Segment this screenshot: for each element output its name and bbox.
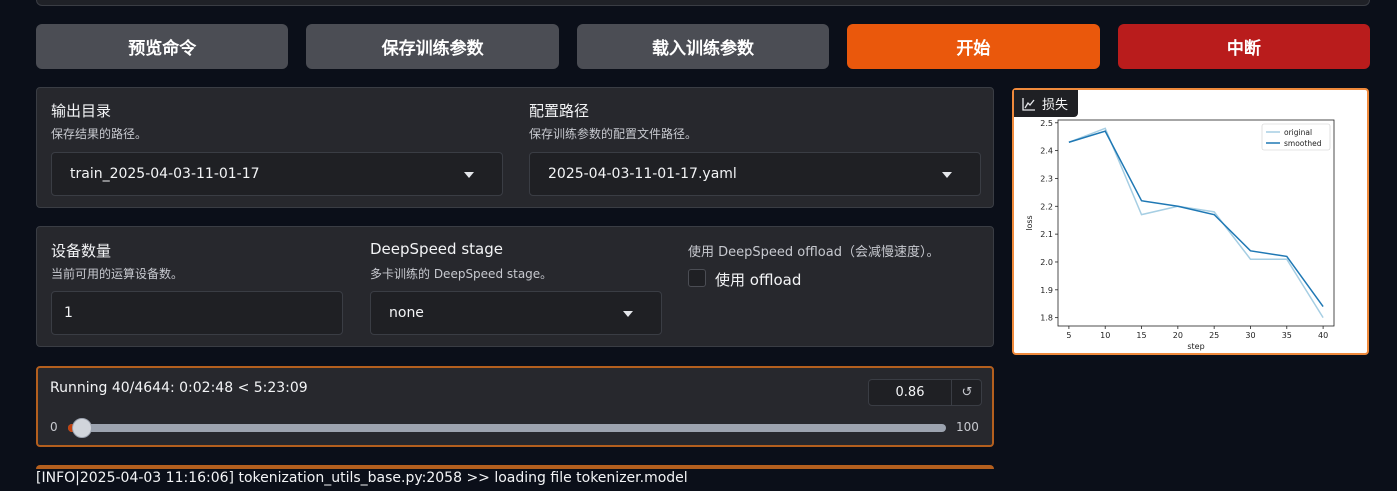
log-line: [INFO|2025-04-03 11:16:06] tokenization_… <box>36 470 688 486</box>
save-args-button[interactable]: 保存训练参数 <box>306 24 559 69</box>
loss-plot-title: 损失 <box>1042 98 1069 113</box>
y-tick-label: 2.5 <box>1040 119 1053 128</box>
ds-stage-label: DeepSpeed stage <box>370 240 503 258</box>
action-buttons: 预览命令 保存训练参数 载入训练参数 开始 中断 <box>36 24 1371 69</box>
y-tick-label: 2.0 <box>1040 258 1053 267</box>
preview-command-button[interactable]: 预览命令 <box>36 24 289 69</box>
y-tick-label: 2.2 <box>1040 202 1053 211</box>
x-tick-label: 30 <box>1245 331 1255 340</box>
x-tick-label: 40 <box>1318 331 1328 340</box>
x-tick-label: 10 <box>1100 331 1110 340</box>
slider-handle[interactable] <box>72 418 92 438</box>
progress-panel: Running 40/4644: 0:02:48 < 5:23:09 0.86 … <box>36 366 994 447</box>
config-path-value: 2025-04-03-11-01-17.yaml <box>548 166 737 182</box>
y-tick-label: 1.9 <box>1040 286 1053 295</box>
progress-value[interactable]: 0.86 <box>869 380 951 405</box>
config-path-label: 配置路径 <box>529 102 590 120</box>
y-tick-label: 1.8 <box>1040 314 1053 323</box>
device-count-info: 当前可用的运算设备数。 <box>51 267 184 281</box>
y-tick-label: 2.3 <box>1040 174 1053 183</box>
ds-stage-dropdown[interactable]: none <box>370 291 662 335</box>
x-tick-label: 25 <box>1209 331 1219 340</box>
y-tick-label: 2.1 <box>1040 230 1053 239</box>
progress-slider[interactable] <box>68 418 946 438</box>
x-axis-label: step <box>1187 342 1204 351</box>
ds-offload-info: 使用 DeepSpeed offload（会减慢速度）。 <box>688 245 940 260</box>
device-count-input[interactable]: 1 <box>51 291 343 335</box>
chevron-down-icon <box>464 172 474 178</box>
loss-chart: 5 10 15 20 25 30 35 40 1.8 1.9 2.0 2.1 2.2 2.3 2.4 2.5 s… <box>1025 119 1335 351</box>
load-args-button[interactable]: 载入训练参数 <box>576 24 830 69</box>
x-tick-label: 5 <box>1066 331 1071 340</box>
loss-plot-label: 损失 <box>1014 90 1079 117</box>
progress-number-box[interactable]: 0.86 ↺ <box>868 379 982 406</box>
loss-plot-panel: 5 10 15 20 25 30 35 40 1.8 1.9 2.0 2.1 2.2 2.3 2.4 2.5 s… <box>1012 88 1369 355</box>
output-dir-info: 保存结果的路径。 <box>51 127 148 141</box>
ds-offload-checkbox[interactable] <box>688 269 706 287</box>
x-tick-label: 35 <box>1282 331 1292 340</box>
ds-offload-label[interactable]: 使用 offload <box>715 269 801 290</box>
ds-stage-value: none <box>389 305 424 321</box>
chart-icon <box>1022 97 1035 111</box>
y-tick-label: 2.4 <box>1040 147 1053 156</box>
plot-frame <box>1057 119 1335 327</box>
progress-text: Running 40/4644: 0:02:48 < 5:23:09 <box>50 380 308 396</box>
output-dir-dropdown[interactable]: train_2025-04-03-11-01-17 <box>51 152 503 196</box>
legend-label: smoothed <box>1284 139 1322 148</box>
x-tick-label: 15 <box>1136 331 1146 340</box>
y-axis-label: loss <box>1025 215 1034 230</box>
ds-stage-info: 多卡训练的 DeepSpeed stage。 <box>370 267 553 281</box>
output-config-panel: 输出目录 保存结果的路径。 train_2025-04-03-11-01-17 … <box>36 87 994 208</box>
device-deepspeed-panel: 设备数量 当前可用的运算设备数。 1 DeepSpeed stage 多卡训练的… <box>36 226 994 347</box>
top-panel-edge <box>36 0 1370 6</box>
reset-icon[interactable]: ↺ <box>951 380 982 405</box>
chevron-down-icon <box>623 311 633 317</box>
device-count-label: 设备数量 <box>51 242 112 260</box>
log-panel-edge <box>36 465 994 469</box>
legend-label: original <box>1284 128 1312 137</box>
slider-max: 100 <box>956 420 979 434</box>
slider-min: 0 <box>50 420 58 434</box>
start-button[interactable]: 开始 <box>847 24 1100 69</box>
output-dir-label: 输出目录 <box>51 102 112 120</box>
config-path-info: 保存训练参数的配置文件路径。 <box>529 127 698 141</box>
x-tick-label: 20 <box>1173 331 1183 340</box>
chevron-down-icon <box>942 172 952 178</box>
output-dir-value: train_2025-04-03-11-01-17 <box>70 166 260 182</box>
config-path-dropdown[interactable]: 2025-04-03-11-01-17.yaml <box>529 152 981 196</box>
abort-button[interactable]: 中断 <box>1117 24 1371 69</box>
